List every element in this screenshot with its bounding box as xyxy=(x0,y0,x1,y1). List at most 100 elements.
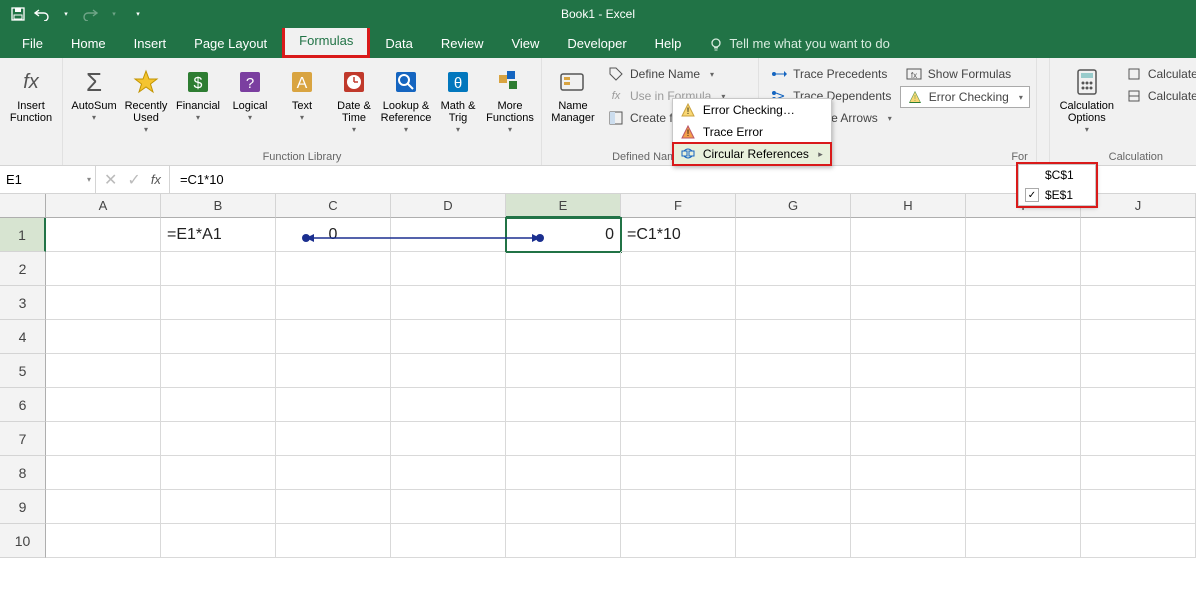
svg-text:!: ! xyxy=(914,94,916,103)
tab-view[interactable]: View xyxy=(497,30,553,58)
tab-formulas[interactable]: Formulas xyxy=(282,24,370,58)
circular-refs-icon xyxy=(681,147,695,161)
cell-b1[interactable]: =E1*A1 xyxy=(161,218,276,252)
sigma-icon: Σ xyxy=(78,66,110,98)
cell-e1[interactable]: 0 xyxy=(506,218,621,252)
star-icon xyxy=(130,66,162,98)
col-j[interactable]: J xyxy=(1081,194,1196,218)
cell-d1[interactable] xyxy=(391,218,506,252)
enter-icon[interactable]: ✓ xyxy=(127,170,140,190)
row-6[interactable]: 6 xyxy=(0,388,46,422)
svg-text:θ: θ xyxy=(454,75,462,92)
name-box[interactable]: E1▾ xyxy=(0,166,96,193)
row-10[interactable]: 10 xyxy=(0,524,46,558)
tab-page-layout[interactable]: Page Layout xyxy=(180,30,281,58)
undo-icon[interactable] xyxy=(34,6,50,22)
trace-precedents-button[interactable]: Trace Precedents xyxy=(765,64,898,84)
circular-ref-c1[interactable]: $C$1 xyxy=(1019,165,1095,185)
cell-j1[interactable] xyxy=(1081,218,1196,252)
cell-a1[interactable] xyxy=(46,218,161,252)
qat-customize-icon[interactable]: ▾ xyxy=(130,6,146,22)
tab-insert[interactable]: Insert xyxy=(120,30,181,58)
tab-data[interactable]: Data xyxy=(371,30,426,58)
name-manager-button[interactable]: Name Manager xyxy=(548,62,598,128)
tag-icon xyxy=(608,66,624,82)
error-checking-button[interactable]: !Error Checking▾ xyxy=(900,86,1030,108)
row-5[interactable]: 5 xyxy=(0,354,46,388)
row-2[interactable]: 2 xyxy=(0,252,46,286)
group-formula-auditing: Trace Precedents Trace Dependents Remove… xyxy=(759,58,1037,165)
col-g[interactable]: G xyxy=(736,194,851,218)
tab-help[interactable]: Help xyxy=(641,30,696,58)
cell-g1[interactable] xyxy=(736,218,851,252)
function-library-label: Function Library xyxy=(69,149,535,163)
spreadsheet-grid[interactable]: A B C D E F G H I J 1 =E1*A1 0 0 =C1*10 … xyxy=(0,194,1196,558)
cell-f1[interactable]: =C1*10 xyxy=(621,218,736,252)
ribbon: fx Insert Function ΣAutoSum▾ Recently Us… xyxy=(0,58,1196,166)
date-time-button[interactable]: Date & Time▾ xyxy=(329,62,379,135)
col-a[interactable]: A xyxy=(46,194,161,218)
row-9[interactable]: 9 xyxy=(0,490,46,524)
recently-used-button[interactable]: Recently Used▾ xyxy=(121,62,171,135)
redo-icon xyxy=(82,6,98,22)
more-functions-button[interactable]: More Functions▾ xyxy=(485,62,535,135)
cell-h1[interactable] xyxy=(851,218,966,252)
cell-i1[interactable] xyxy=(966,218,1081,252)
row-7[interactable]: 7 xyxy=(0,422,46,456)
calculate-now-icon xyxy=(1126,66,1142,82)
tab-home[interactable]: Home xyxy=(57,30,120,58)
fx-icon-small[interactable]: fx xyxy=(151,172,161,187)
svg-text:A: A xyxy=(297,75,308,92)
col-b[interactable]: B xyxy=(161,194,276,218)
row-3[interactable]: 3 xyxy=(0,286,46,320)
financial-icon: $ xyxy=(182,66,214,98)
define-name-button[interactable]: Define Name▾ xyxy=(602,64,752,84)
calculate-sheet-button[interactable]: Calculate S xyxy=(1120,86,1196,106)
menu-trace-error[interactable]: !Trace Error xyxy=(673,121,831,143)
insert-function-button[interactable]: fx Insert Function xyxy=(6,62,56,124)
undo-more-icon[interactable]: ▾ xyxy=(58,6,74,22)
tab-file[interactable]: File xyxy=(8,30,57,58)
financial-button[interactable]: $Financial▾ xyxy=(173,62,223,135)
logical-button[interactable]: ?Logical▾ xyxy=(225,62,275,135)
tab-review[interactable]: Review xyxy=(427,30,498,58)
check-icon: ✓ xyxy=(1025,188,1039,202)
math-trig-button[interactable]: θMath & Trig▾ xyxy=(433,62,483,135)
fx-icon: fx xyxy=(15,66,47,98)
trace-error-icon: ! xyxy=(681,125,695,139)
col-c[interactable]: C xyxy=(276,194,391,218)
save-icon[interactable] xyxy=(10,6,26,22)
name-box-dropdown-icon[interactable]: ▾ xyxy=(87,175,91,184)
autosum-button[interactable]: ΣAutoSum▾ xyxy=(69,62,119,135)
col-e[interactable]: E xyxy=(506,194,621,218)
group-watch-window: tch ow xyxy=(1037,58,1050,165)
calculate-now-button[interactable]: Calculate N xyxy=(1120,64,1196,84)
formula-controls: ✕ ✓ fx xyxy=(96,166,170,193)
select-all-corner[interactable] xyxy=(0,194,46,218)
logical-icon: ? xyxy=(234,66,266,98)
cancel-icon[interactable]: ✕ xyxy=(104,170,117,190)
show-formulas-button[interactable]: fxShow Formulas xyxy=(900,64,1030,84)
row-8[interactable]: 8 xyxy=(0,456,46,490)
col-d[interactable]: D xyxy=(391,194,506,218)
col-h[interactable]: H xyxy=(851,194,966,218)
menu-error-checking[interactable]: !Error Checking… xyxy=(673,99,831,121)
cell-c1[interactable]: 0 xyxy=(276,218,391,252)
calculation-options-button[interactable]: Calculation Options▾ xyxy=(1056,62,1118,135)
quick-access-toolbar: ▾ ▾ ▾ xyxy=(0,6,146,22)
col-f[interactable]: F xyxy=(621,194,736,218)
tell-me-search[interactable]: Tell me what you want to do xyxy=(695,30,903,58)
watch-window-button[interactable]: tch ow xyxy=(1043,62,1050,124)
row-1[interactable]: 1 xyxy=(0,218,46,252)
lookup-reference-button[interactable]: Lookup & Reference▾ xyxy=(381,62,431,135)
svg-text:!: ! xyxy=(687,106,690,116)
error-checking-menu: !Error Checking… !Trace Error Circular R… xyxy=(672,98,832,166)
svg-text:fx: fx xyxy=(911,71,917,80)
cell-a2[interactable] xyxy=(46,252,161,286)
show-formulas-icon: fx xyxy=(906,66,922,82)
circular-ref-e1[interactable]: ✓$E$1 xyxy=(1019,185,1095,205)
menu-circular-references[interactable]: Circular References▸ xyxy=(673,143,831,165)
text-button[interactable]: AText▾ xyxy=(277,62,327,135)
row-4[interactable]: 4 xyxy=(0,320,46,354)
tab-developer[interactable]: Developer xyxy=(553,30,640,58)
